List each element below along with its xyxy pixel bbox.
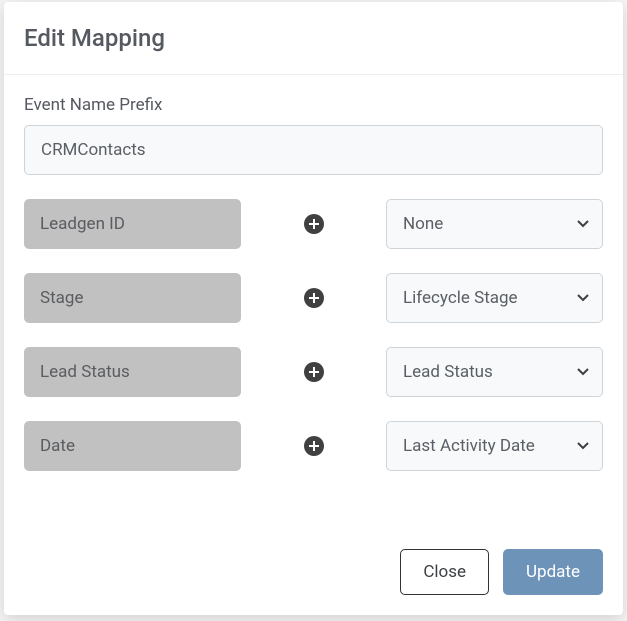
- modal-footer: Close Update: [4, 531, 623, 615]
- mapping-plus-cell: [249, 362, 378, 382]
- close-button[interactable]: Close: [400, 549, 489, 595]
- mapping-rows: Leadgen ID None Stage: [24, 199, 603, 471]
- mapping-select[interactable]: Lifecycle Stage: [386, 273, 603, 323]
- edit-mapping-modal: Edit Mapping Event Name Prefix Leadgen I…: [4, 2, 623, 615]
- mapping-right-field: Lead Status: [386, 347, 603, 397]
- plus-icon[interactable]: [304, 288, 324, 308]
- mapping-plus-cell: [249, 288, 378, 308]
- mapping-right-field: None: [386, 199, 603, 249]
- plus-icon[interactable]: [304, 436, 324, 456]
- mapping-row: Stage Lifecycle Stage: [24, 273, 603, 323]
- mapping-select[interactable]: None: [386, 199, 603, 249]
- mapping-left-field: Lead Status: [24, 347, 241, 397]
- mapping-row: Date Last Activity Date: [24, 421, 603, 471]
- mapping-left-field: Stage: [24, 273, 241, 323]
- mapping-select[interactable]: Last Activity Date: [386, 421, 603, 471]
- mapping-left-field: Leadgen ID: [24, 199, 241, 249]
- mapping-right-field: Last Activity Date: [386, 421, 603, 471]
- mapping-left-field: Date: [24, 421, 241, 471]
- mapping-select[interactable]: Lead Status: [386, 347, 603, 397]
- mapping-right-field: Lifecycle Stage: [386, 273, 603, 323]
- event-name-prefix-label: Event Name Prefix: [24, 95, 603, 115]
- plus-icon[interactable]: [304, 214, 324, 234]
- modal-body: Event Name Prefix Leadgen ID None: [4, 75, 623, 531]
- mapping-row: Leadgen ID None: [24, 199, 603, 249]
- mapping-plus-cell: [249, 436, 378, 456]
- update-button[interactable]: Update: [503, 549, 603, 595]
- modal-header: Edit Mapping: [4, 2, 623, 75]
- plus-icon[interactable]: [304, 362, 324, 382]
- modal-title: Edit Mapping: [24, 24, 603, 52]
- event-name-prefix-input[interactable]: [24, 125, 603, 175]
- mapping-row: Lead Status Lead Status: [24, 347, 603, 397]
- mapping-plus-cell: [249, 214, 378, 234]
